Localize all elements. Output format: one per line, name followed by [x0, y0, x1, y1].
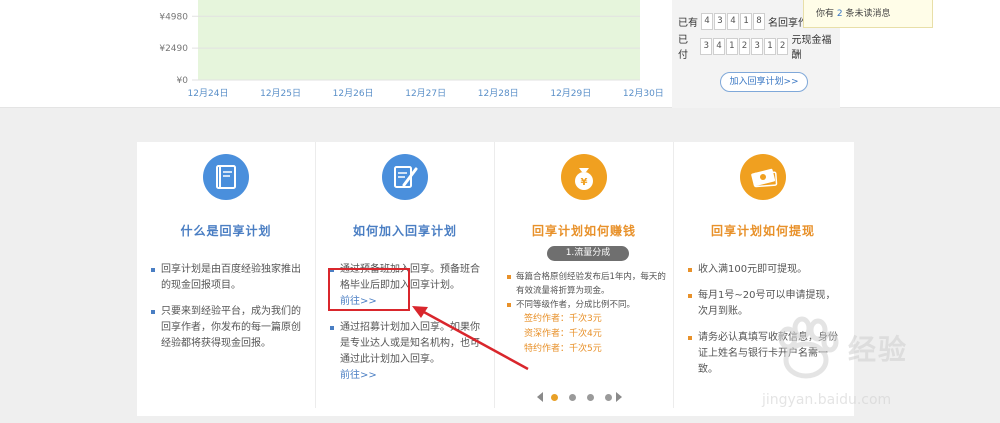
tier-rate: 签约作者：千次3元 — [524, 314, 602, 324]
unread-message-notice[interactable]: 你有 2 条未读消息 — [803, 0, 933, 28]
column-what-is: 什么是回享计划 回享计划是由百度经验独家推出的现金回报项目。 只要来到经验平台，… — [137, 142, 315, 408]
list-item: 不同等级作者，分成比例不同。 — [507, 298, 667, 312]
pen-paper-icon — [382, 154, 428, 200]
column-title: 什么是回享计划 — [180, 224, 272, 238]
earn-details: 每篇合格原创经验发布后1年内，每天的有效流量将折算为现金。 不同等级作者，分成比… — [507, 270, 667, 357]
carousel-dot[interactable] — [605, 393, 612, 401]
chart-plot-area — [198, 0, 640, 80]
author-count-digit: 4 — [701, 12, 713, 30]
x-tick-label: 12月30日 — [623, 88, 664, 99]
plan-intro-panel: 什么是回享计划 回享计划是由百度经验独家推出的现金回报项目。 只要来到经验平台，… — [137, 142, 854, 416]
author-count-prefix: 已有 — [678, 17, 698, 29]
notice-prefix: 你有 — [816, 9, 835, 19]
list-item: 每篇合格原创经验发布后1年内，每天的有效流量将折算为现金。 — [507, 270, 667, 298]
paid-amount-digit: 3 — [700, 37, 713, 55]
watermark-text: 经验 — [848, 333, 909, 366]
income-line-chart: ¥0¥2490¥4980¥747012月24日12月25日12月26日12月27… — [159, 0, 664, 99]
author-count-suffix: 名回享作 — [768, 17, 808, 29]
join-plan-button[interactable]: 加入回享计划>> — [720, 72, 808, 92]
y-tick-label: ¥0 — [177, 76, 189, 86]
paid-amount-prefix: 已付 — [678, 35, 688, 61]
list-item-text: 通过招募计划加入回享。如果你是专业达人或是知名机构，也可通过此计划加入回享。 — [340, 322, 480, 365]
carousel-next-icon[interactable] — [616, 392, 622, 402]
tier-rate: 特约作者：千次5元 — [524, 344, 602, 354]
paid-amount-digit: 2 — [776, 37, 789, 55]
column-title: 如何加入回享计划 — [352, 224, 457, 238]
paid-amount-digit: 2 — [738, 37, 751, 55]
author-count-digit: 3 — [714, 12, 726, 30]
paid-amount-digit: 3 — [751, 37, 764, 55]
carousel-dot[interactable] — [587, 393, 594, 401]
y-tick-label: ¥2490 — [159, 44, 188, 54]
item-list: 回享计划是由百度经验独家推出的现金回报项目。 只要来到经验平台，成为我们的回享作… — [151, 262, 307, 362]
carousel-dot[interactable] — [551, 393, 558, 401]
carousel-prev-icon[interactable] — [537, 392, 543, 402]
paid-amount-digit: 1 — [764, 37, 776, 55]
top-section: ¥0¥2490¥4980¥747012月24日12月25日12月26日12月27… — [0, 0, 1000, 108]
author-count-digit: 4 — [727, 12, 739, 30]
x-tick-label: 12月28日 — [478, 88, 519, 99]
paw-logo-icon — [778, 316, 839, 379]
x-tick-label: 12月27日 — [405, 88, 446, 99]
paid-amount-row: 已付 3 4 1 2 3 1 2 元现金福酬 — [678, 35, 840, 61]
go-link[interactable]: 前往>> — [340, 368, 486, 384]
column-title: 回享计划如何赚钱 — [531, 224, 636, 238]
x-tick-label: 12月29日 — [550, 88, 591, 99]
author-count-digit: 1 — [740, 12, 752, 30]
revenue-share-tab[interactable]: 1.流量分成 — [547, 246, 629, 261]
tier-rate: 资深作者：千次4元 — [524, 329, 602, 339]
paid-amount-digit: 1 — [725, 37, 738, 55]
watermark-url: jingyan.baidu.com — [762, 392, 892, 408]
paid-amount-digit: 4 — [713, 37, 725, 55]
list-item: 回享计划是由百度经验独家推出的现金回报项目。 — [151, 262, 307, 294]
column-how-earn: ¥ 回享计划如何赚钱 1.流量分成 每篇合格原创经验发布后1年内，每天的有效流量… — [494, 142, 672, 408]
list-item: 通过招募计划加入回享。如果你是专业达人或是知名机构，也可通过此计划加入回享。 前… — [330, 320, 486, 384]
baidu-jingyan-watermark: 经验 jingyan.baidu.com — [762, 300, 992, 420]
column-title: 回享计划如何提现 — [710, 224, 815, 238]
x-tick-label: 12月26日 — [333, 88, 374, 99]
carousel-pager — [537, 391, 622, 403]
notice-suffix: 条未读消息 — [845, 9, 891, 19]
x-tick-label: 12月24日 — [188, 88, 229, 99]
paid-amount-suffix: 元现金福酬 — [791, 35, 832, 61]
list-item: 只要来到经验平台，成为我们的回享作者，你发布的每一篇原创经验都将获得现金回报。 — [151, 304, 307, 352]
list-item: 收入满100元即可提现。 — [688, 262, 844, 278]
unread-count: 2 — [836, 9, 843, 19]
svg-text:¥: ¥ — [581, 177, 588, 188]
x-tick-label: 12月25日 — [260, 88, 301, 99]
author-count-digit: 8 — [753, 12, 765, 30]
money-bag-icon: ¥ — [561, 154, 607, 200]
carousel-dot[interactable] — [569, 393, 576, 401]
book-icon — [203, 154, 249, 200]
y-tick-label: ¥4980 — [159, 12, 188, 22]
cash-icon — [740, 154, 786, 200]
income-chart: ¥0¥2490¥4980¥747012月24日12月25日12月26日12月27… — [0, 0, 680, 108]
author-count-row: 已有 4 3 4 1 8 名回享作 — [678, 12, 808, 30]
annotation-highlight-box — [328, 268, 410, 311]
